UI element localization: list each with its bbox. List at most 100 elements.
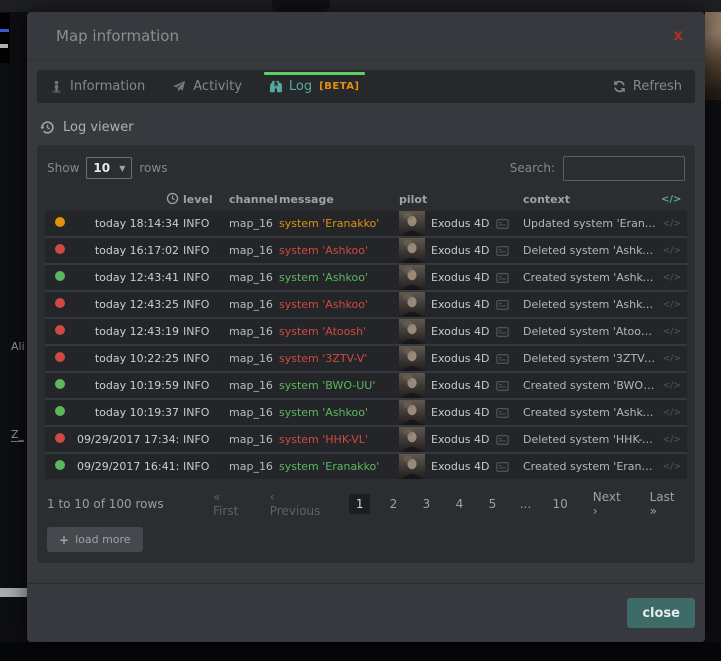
- id-card-icon: [496, 435, 509, 445]
- tab-bar: Information Activity Log [BETA]: [37, 70, 695, 103]
- pilot-avatar: [399, 346, 425, 371]
- pilot-name: Exodus 4D: [431, 244, 490, 257]
- cell-message: system 'Atoosh': [279, 325, 395, 338]
- cell-channel: map_16: [229, 460, 275, 473]
- history-icon: [40, 120, 55, 135]
- dialog-title: Map information: [56, 27, 179, 45]
- cell-level: INFO: [183, 217, 225, 230]
- code-icon: </>: [661, 381, 681, 391]
- status-dot: [55, 379, 65, 389]
- context-column-header[interactable]: context: [523, 193, 657, 206]
- id-card-icon: [496, 327, 509, 337]
- pilot-avatar: [399, 292, 425, 317]
- cell-context: Created system 'Ashkoo' ...: [523, 406, 657, 419]
- cell-pilot: Exodus 4D: [399, 373, 519, 398]
- page-4[interactable]: 4: [449, 494, 469, 514]
- log-table-row: 09/29/2017 17:34:25 INFO map_16 system '…: [45, 427, 687, 452]
- status-dot: [55, 298, 65, 308]
- log-table-row: today 12:43:19 INFO map_16 system 'Atoos…: [45, 319, 687, 344]
- tab-log-label: Log: [289, 79, 312, 94]
- cell-level: INFO: [183, 298, 225, 311]
- page-size-select[interactable]: 10 ▼: [86, 157, 132, 179]
- refresh-icon: [613, 80, 626, 93]
- tab-log[interactable]: Log [BETA]: [269, 79, 360, 94]
- level-column-header[interactable]: level: [183, 193, 225, 206]
- cell-time: today 16:17:02: [77, 244, 179, 257]
- code-icon: </>: [661, 246, 681, 256]
- status-dot: [55, 271, 65, 281]
- tab-activity[interactable]: Activity: [172, 79, 242, 94]
- background-gray-dash: [0, 44, 8, 48]
- pilot-avatar: [399, 238, 425, 263]
- page-2[interactable]: 2: [383, 494, 403, 514]
- pagination-next[interactable]: Next ›: [593, 490, 629, 518]
- log-table-row: today 12:43:41 INFO map_16 system 'Ashko…: [45, 265, 687, 290]
- channel-column-header[interactable]: channel: [229, 193, 275, 206]
- pagination-previous[interactable]: ‹ Previous: [270, 490, 328, 518]
- log-table-row: 09/29/2017 16:41:17 INFO map_16 system '…: [45, 454, 687, 479]
- pilot-name: Exodus 4D: [431, 460, 490, 473]
- log-table-row: today 10:19:59 INFO map_16 system 'BWO-U…: [45, 373, 687, 398]
- code-column-header[interactable]: </>: [661, 194, 681, 205]
- code-icon: </>: [661, 435, 681, 445]
- refresh-label: Refresh: [633, 79, 682, 94]
- cell-level: INFO: [183, 433, 225, 446]
- pilot-name: Exodus 4D: [431, 433, 490, 446]
- message-column-header[interactable]: message: [279, 193, 395, 206]
- tab-information[interactable]: Information: [50, 79, 145, 94]
- cell-time: 09/29/2017 17:34:25: [77, 433, 179, 446]
- chevron-down-icon: ▼: [119, 164, 125, 173]
- cell-time: today 10:19:59: [77, 379, 179, 392]
- page-3[interactable]: 3: [416, 494, 436, 514]
- pilot-name: Exodus 4D: [431, 298, 490, 311]
- status-dot: [55, 460, 65, 470]
- plus-icon: +: [59, 533, 69, 547]
- pilot-avatar: [399, 454, 425, 479]
- status-dot: [55, 433, 65, 443]
- id-card-icon: [496, 273, 509, 283]
- close-button[interactable]: close: [627, 598, 695, 628]
- dialog-close-icon[interactable]: x: [673, 28, 683, 43]
- cell-level: INFO: [183, 271, 225, 284]
- cell-context: Created system 'BWO-UU'...: [523, 379, 657, 392]
- id-card-icon: [496, 219, 509, 229]
- cell-pilot: Exodus 4D: [399, 400, 519, 425]
- pilot-column-header[interactable]: pilot: [399, 193, 519, 206]
- page-1[interactable]: 1: [349, 494, 371, 514]
- log-table-row: today 18:14:34 INFO map_16 system 'Erana…: [45, 211, 687, 236]
- cell-channel: map_16: [229, 298, 275, 311]
- cell-time: today 12:43:19: [77, 325, 179, 338]
- refresh-button[interactable]: Refresh: [613, 79, 682, 94]
- pilot-avatar: [399, 427, 425, 452]
- search-input[interactable]: [563, 156, 685, 181]
- cell-pilot: Exodus 4D: [399, 454, 519, 479]
- log-table-body: today 18:14:34 INFO map_16 system 'Erana…: [45, 211, 687, 479]
- pilot-name: Exodus 4D: [431, 217, 490, 230]
- pagination-first[interactable]: « First: [213, 490, 249, 518]
- cell-context: Created system 'Eranakko...: [523, 460, 657, 473]
- time-column-header[interactable]: [77, 192, 179, 206]
- cell-channel: map_16: [229, 271, 275, 284]
- background-scroll-fragment: [0, 588, 27, 597]
- pagination-last[interactable]: Last »: [650, 490, 685, 518]
- cell-message: system 'Eranakko': [279, 460, 395, 473]
- cell-message: system 'Ashkoo': [279, 271, 395, 284]
- page-10[interactable]: 10: [548, 494, 571, 514]
- log-table-header: level channel message pilot context </>: [45, 187, 687, 211]
- page-5[interactable]: 5: [482, 494, 502, 514]
- log-table-panel: Show 10 ▼ rows Search: level channel m: [37, 145, 695, 563]
- log-table-row: today 12:43:25 INFO map_16 system 'Ashko…: [45, 292, 687, 317]
- status-dot: [55, 217, 65, 227]
- background-text-fragment-z: Z_: [11, 428, 24, 442]
- cell-level: INFO: [183, 244, 225, 257]
- plane-icon: [172, 80, 186, 93]
- page-size-value: 10: [93, 161, 110, 175]
- id-card-icon: [496, 381, 509, 391]
- cell-context: Deleted system 'Ashkoo' ...: [523, 244, 657, 257]
- load-more-button[interactable]: + load more: [47, 527, 143, 552]
- background-right-strip: [705, 12, 721, 642]
- code-icon: </>: [661, 327, 681, 337]
- background-portrait-fragment: [705, 12, 721, 100]
- background-text-fragment-ali: Ali: [11, 340, 25, 353]
- pilot-avatar: [399, 400, 425, 425]
